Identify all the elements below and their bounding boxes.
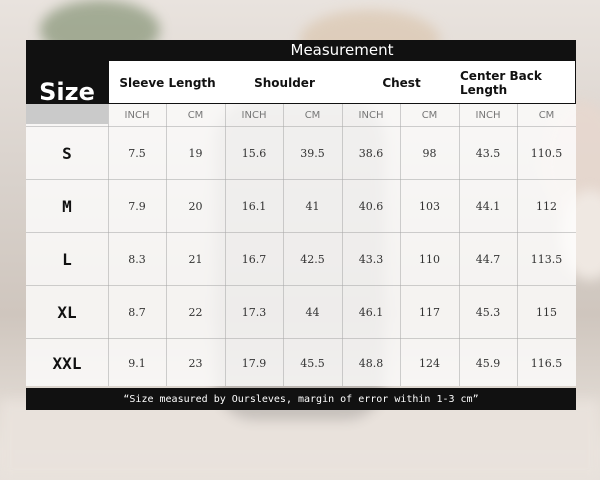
table-cell: 20: [188, 200, 203, 213]
table-cell: 110.5: [530, 147, 563, 160]
table-cell: 40.6: [358, 200, 384, 213]
table-cell: 103: [419, 200, 440, 213]
table-cell: 45.5: [300, 356, 325, 370]
table-cell: 17.9: [241, 356, 267, 370]
table-cell: 15.6: [241, 147, 267, 160]
table-cell: 21: [188, 253, 203, 266]
table-cell: 45.9: [475, 356, 501, 370]
table-cell: 38.6: [358, 147, 384, 160]
size-label: L: [62, 250, 72, 269]
table-cell: 46.1: [358, 306, 384, 319]
size-label: S: [62, 144, 72, 163]
table-cell: 112: [536, 200, 557, 213]
table-row: M 7.9 20 16.1 41 40.6 103 44.1 112: [26, 179, 576, 233]
unit-row: INCH CM INCH CM INCH CM INCH CM: [108, 104, 576, 126]
table-cell: 7.5: [128, 147, 146, 160]
unit-label: CM: [187, 109, 204, 121]
table-cell: 113.5: [530, 253, 563, 266]
size-label: XXL: [52, 353, 82, 373]
table-cell: 22: [188, 306, 203, 319]
unit-label: CM: [538, 109, 555, 121]
footer-note: “Size measured by Oursleves, margin of e…: [26, 388, 576, 410]
table-cell: 8.3: [128, 253, 146, 266]
size-label: M: [62, 197, 72, 216]
table-cell: 43.3: [358, 253, 384, 266]
header-shoulder: Shoulder: [254, 76, 315, 90]
table-cell: 98: [422, 147, 437, 160]
table-cell: 48.8: [358, 356, 384, 370]
table-cell: 45.3: [475, 306, 501, 319]
table-cell: 39.5: [300, 147, 325, 160]
table-body: INCH CM INCH CM INCH CM INCH CM S 7.5 19…: [26, 104, 576, 386]
table-cell: 19: [188, 147, 203, 160]
header-row: Sleeve Length Shoulder Chest Center Back…: [108, 60, 576, 104]
table-cell: 44.1: [475, 200, 501, 213]
table-cell: 110: [419, 253, 440, 266]
table-cell: 42.5: [300, 253, 325, 266]
table-cell: 116.5: [530, 356, 563, 370]
unit-label: INCH: [241, 109, 267, 121]
table-cell: 115: [536, 306, 557, 319]
table-cell: 23: [188, 356, 203, 370]
unit-label: INCH: [358, 109, 384, 121]
table-row: S 7.5 19 15.6 39.5 38.6 98 43.5 110.5: [26, 126, 576, 180]
table-cell: 7.9: [128, 200, 146, 213]
header-sleeve-length: Sleeve Length: [119, 76, 216, 90]
header-chest: Chest: [382, 76, 421, 90]
unit-label: CM: [421, 109, 438, 121]
table-cell: 16.7: [241, 253, 267, 266]
size-label: XL: [57, 303, 77, 322]
table-cell: 17.3: [241, 306, 267, 319]
unit-label: CM: [304, 109, 321, 121]
table-row: XL 8.7 22 17.3 44 46.1 117 45.3 115: [26, 285, 576, 339]
table-cell: 41: [305, 200, 320, 213]
table-row: XXL 9.1 23 17.9 45.5 48.8 124 45.9 116.5: [26, 338, 576, 387]
unit-label: INCH: [475, 109, 501, 121]
unit-label: INCH: [124, 109, 150, 121]
table-cell: 43.5: [475, 147, 501, 160]
table-cell: 44: [305, 306, 320, 319]
table-cell: 16.1: [241, 200, 267, 213]
table-cell: 44.7: [475, 253, 501, 266]
measurement-title: Measurement: [290, 41, 394, 59]
table-cell: 8.7: [128, 306, 146, 319]
table-row: L 8.3 21 16.7 42.5 43.3 110 44.7 113.5: [26, 232, 576, 286]
header-center-back-length: Center Back Length: [460, 69, 542, 97]
table-cell: 124: [419, 356, 440, 370]
table-cell: 9.1: [128, 356, 146, 370]
table-cell: 117: [419, 306, 440, 319]
size-chart: Measurement Size Sleeve Length Shoulder …: [26, 40, 576, 410]
